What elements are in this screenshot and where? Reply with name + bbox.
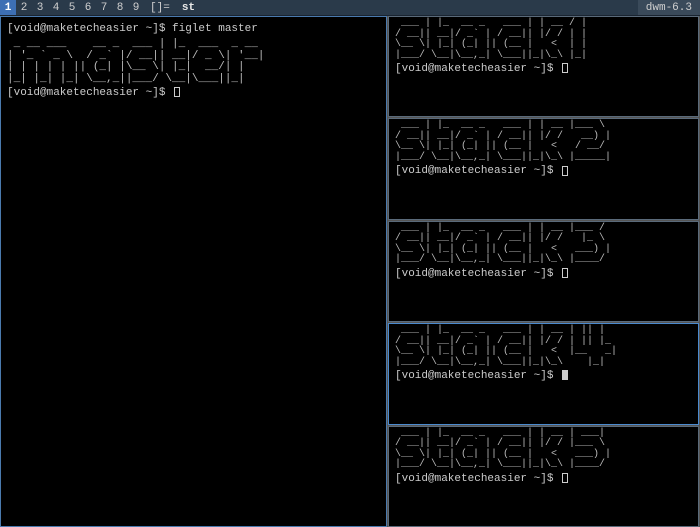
cursor-icon — [562, 166, 568, 176]
wm-name: dwm-6.3 — [638, 0, 700, 15]
cursor-icon — [562, 63, 568, 73]
tag-list: 1 2 3 4 5 6 7 8 9 — [0, 0, 144, 15]
cursor-icon — [174, 87, 180, 97]
stack-prompt-text: [void@maketecheasier ~]$ — [395, 165, 553, 177]
tag-4[interactable]: 4 — [48, 0, 64, 15]
cursor-icon — [562, 268, 568, 278]
cursor-icon — [562, 370, 568, 380]
stack-column: ___ | |_ __ _ ___ | | __ / | / __|| __|/… — [388, 16, 699, 527]
stack-ascii: ___ | |_ __ _ ___ | | __ |___ / / __|| _… — [395, 224, 692, 266]
stack-prompt: [void@maketecheasier ~]$ — [395, 473, 692, 485]
master-terminal[interactable]: [void@maketecheasier ~]$ figlet master _… — [0, 16, 387, 527]
master-prompt-text: [void@maketecheasier ~]$ — [7, 87, 165, 99]
stack-terminal-4[interactable]: ___ | |_ __ _ ___ | | __ | || | / __|| _… — [388, 323, 699, 424]
tag-7[interactable]: 7 — [96, 0, 112, 15]
master-ascii: _ __ ___ __ _ ___ | |_ ___ _ __ | '_ ` _… — [7, 39, 380, 85]
tag-8[interactable]: 8 — [112, 0, 128, 15]
tag-3[interactable]: 3 — [32, 0, 48, 15]
tag-2[interactable]: 2 — [16, 0, 32, 15]
stack-prompt: [void@maketecheasier ~]$ — [395, 268, 692, 280]
stack-terminal-3[interactable]: ___ | |_ __ _ ___ | | __ |___ / / __|| _… — [388, 221, 699, 322]
stack-ascii: ___ | |_ __ _ ___ | | __ | ___| / __|| _… — [395, 429, 692, 471]
stack-prompt-text: [void@maketecheasier ~]$ — [395, 473, 553, 485]
cursor-icon — [562, 473, 568, 483]
stack-ascii: ___ | |_ __ _ ___ | | __ | || | / __|| _… — [395, 326, 692, 368]
stack-terminal-2[interactable]: ___ | |_ __ _ ___ | | __ |___ \ / __|| _… — [388, 118, 699, 219]
work-area: [void@maketecheasier ~]$ figlet master _… — [0, 16, 700, 527]
layout-symbol[interactable]: []= — [144, 0, 176, 16]
stack-prompt: [void@maketecheasier ~]$ — [395, 165, 692, 177]
tag-1[interactable]: 1 — [0, 0, 16, 15]
tag-5[interactable]: 5 — [64, 0, 80, 15]
stack-prompt-text: [void@maketecheasier ~]$ — [395, 268, 553, 280]
status-bar: 1 2 3 4 5 6 7 8 9 []= st dwm-6.3 — [0, 0, 700, 16]
stack-prompt: [void@maketecheasier ~]$ — [395, 370, 692, 382]
stack-prompt: [void@maketecheasier ~]$ — [395, 63, 692, 75]
stack-terminal-5[interactable]: ___ | |_ __ _ ___ | | __ | ___| / __|| _… — [388, 426, 699, 527]
stack-prompt-text: [void@maketecheasier ~]$ — [395, 370, 553, 382]
stack-ascii: ___ | |_ __ _ ___ | | __ / | / __|| __|/… — [395, 19, 692, 61]
tag-6[interactable]: 6 — [80, 0, 96, 15]
tag-9[interactable]: 9 — [128, 0, 144, 15]
stack-prompt-text: [void@maketecheasier ~]$ — [395, 63, 553, 75]
master-prompt-top: [void@maketecheasier ~]$ figlet master — [7, 23, 380, 35]
master-prompt-bottom: [void@maketecheasier ~]$ — [7, 87, 380, 99]
stack-terminal-1[interactable]: ___ | |_ __ _ ___ | | __ / | / __|| __|/… — [388, 16, 699, 117]
window-title: st — [176, 0, 201, 16]
stack-ascii: ___ | |_ __ _ ___ | | __ |___ \ / __|| _… — [395, 121, 692, 163]
